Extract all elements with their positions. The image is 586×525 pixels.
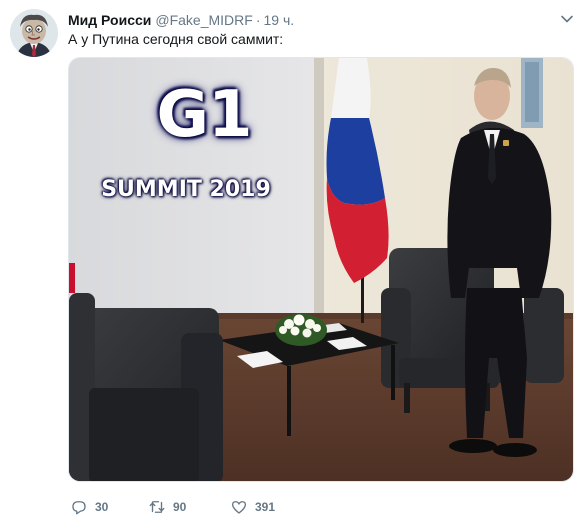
tweet-timestamp[interactable]: 19 ч. — [264, 12, 295, 28]
tweet-header: Мид Роисси @Fake_MIDRF · 19 ч. — [68, 11, 294, 29]
tweet-card[interactable]: Мид Роисси @Fake_MIDRF · 19 ч. А у Путина с… — [0, 0, 586, 525]
meme-subtitle-text: SUMMIT 2019 — [101, 177, 271, 202]
reply-icon — [72, 501, 86, 515]
chevron-down-icon[interactable] — [560, 12, 574, 26]
retweet-button[interactable]: 90 — [148, 497, 186, 517]
author-handle[interactable]: @Fake_MIDRF — [155, 12, 252, 28]
heart-icon — [231, 501, 247, 514]
tweet-media-photo[interactable]: G1 SUMMIT 2019 — [68, 57, 574, 482]
like-button[interactable]: 391 — [230, 497, 275, 517]
author-name[interactable]: Мид Роисси — [68, 12, 151, 28]
like-count: 391 — [255, 500, 276, 514]
tweet-text: А у Путина сегодня свой саммит: — [68, 31, 284, 47]
avatar[interactable] — [10, 9, 58, 57]
reply-count: 30 — [95, 500, 109, 514]
meme-title-text: G1 — [156, 78, 252, 152]
retweet-count: 90 — [173, 500, 187, 514]
reply-button[interactable]: 30 — [70, 497, 108, 517]
retweet-icon — [149, 501, 165, 513]
cartoon-avatar-icon — [10, 9, 58, 57]
separator-dot: · — [255, 12, 261, 28]
